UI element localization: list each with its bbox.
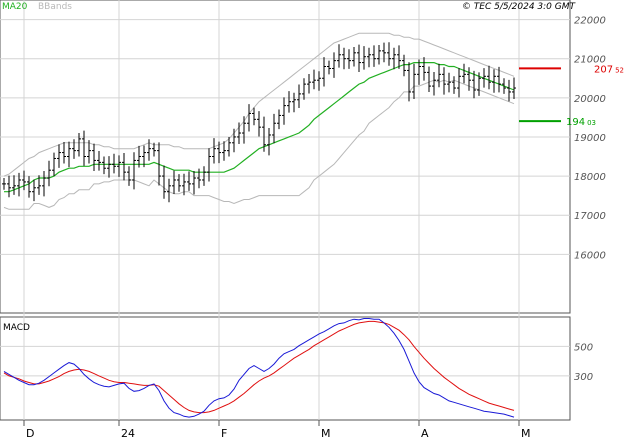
macd-tick-label: 500	[574, 342, 593, 353]
x-tick-label: 24	[121, 427, 135, 440]
x-tick-label: M	[321, 427, 331, 440]
resistance-level-label: 207 52	[594, 64, 624, 75]
x-tick-label: A	[421, 427, 429, 440]
support-level-label: 194 03	[566, 117, 596, 128]
x-tick-label: M	[521, 427, 531, 440]
chart-svg: 207 52 194 03 16000 17000 18000 19000 20000 2100…	[0, 0, 624, 440]
resistance-level-label-dec: 52	[615, 66, 624, 74]
macd-tick-label: 300	[574, 372, 593, 383]
legend-ma20: MA20	[2, 2, 28, 12]
macd-title: MACD	[3, 323, 30, 333]
price-tick-label: 18000	[574, 172, 606, 183]
resistance-level-label-int: 207	[594, 64, 613, 75]
legend-bbands: BBands	[38, 2, 72, 12]
support-level-label-int: 194	[566, 117, 585, 128]
price-tick-label: 21000	[574, 55, 606, 66]
x-tick-label: D	[26, 427, 34, 440]
macd-panel-frame	[0, 316, 571, 421]
price-tick-label: 20000	[574, 94, 606, 105]
copyright-text: © TEC 5/5/2024 3:0 GMT	[462, 2, 577, 12]
price-tick-label: 16000	[574, 250, 606, 261]
price-tick-label: 19000	[574, 133, 606, 144]
price-tick-label: 17000	[574, 211, 606, 222]
price-tick-label: 22000	[574, 16, 606, 27]
support-level-label-dec: 03	[587, 119, 596, 127]
chart-canvas: 207 52 194 03 16000 17000 18000 19000 20000 2100…	[0, 0, 627, 440]
x-tick-label: F	[221, 427, 227, 440]
